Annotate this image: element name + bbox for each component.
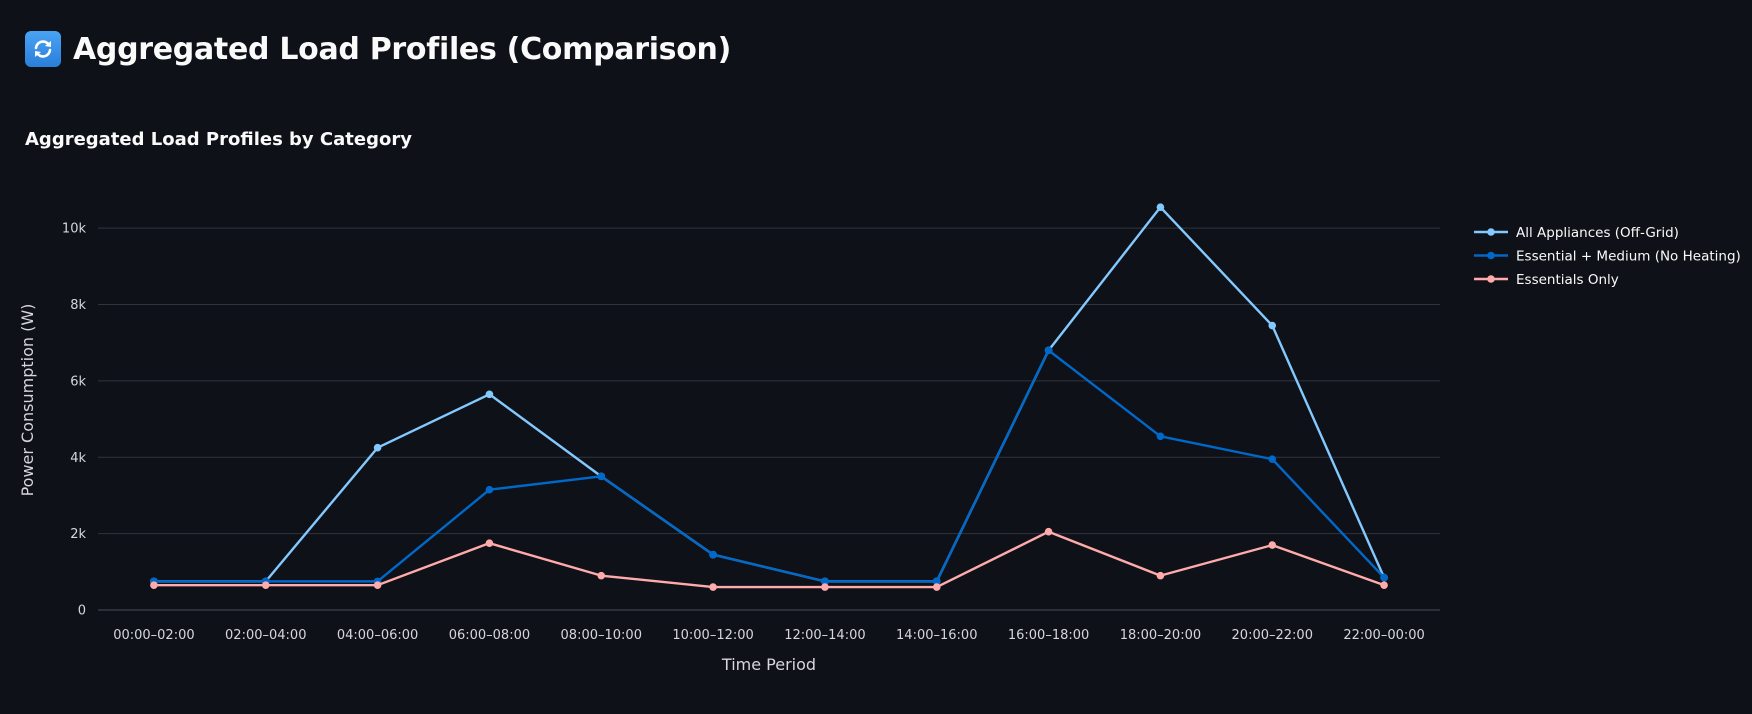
y-tick-label: 2k <box>70 527 86 542</box>
x-tick-label: 18:00–20:00 <box>1120 628 1201 643</box>
data-point[interactable] <box>1268 321 1277 330</box>
x-axis-title: Time Period <box>721 655 816 674</box>
x-tick-label: 06:00–08:00 <box>449 628 530 643</box>
series-1[interactable] <box>150 346 1388 586</box>
x-tick-label: 12:00–14:00 <box>784 628 865 643</box>
legend-label: All Appliances (Off-Grid) <box>1516 225 1679 241</box>
series-group[interactable] <box>150 203 1388 591</box>
y-tick-label: 4k <box>70 451 86 466</box>
page-header: Aggregated Load Profiles (Comparison) <box>25 26 731 72</box>
legend-marker <box>1487 251 1495 260</box>
legend-marker <box>1487 275 1495 283</box>
data-point[interactable] <box>1380 581 1388 589</box>
data-point[interactable] <box>597 472 606 481</box>
grid-lines <box>98 227 1440 611</box>
data-point[interactable] <box>709 583 717 591</box>
y-axis-ticks: 0 2k 4k 6k 8k 10k <box>62 222 87 619</box>
data-point[interactable] <box>1268 455 1277 463</box>
chart-title: Aggregated Load Profiles by Category <box>25 129 412 150</box>
series-line[interactable] <box>153 530 1385 589</box>
chart-container: Aggregated Load Profiles by Category 0 2k… <box>0 120 1752 710</box>
data-point[interactable] <box>1156 432 1165 441</box>
legend-marker <box>1487 228 1495 236</box>
legend-item[interactable]: Essentials Only <box>1474 272 1619 288</box>
data-point[interactable] <box>1044 346 1053 355</box>
legend-label: Essential + Medium (No Heating) <box>1516 249 1741 265</box>
data-point[interactable] <box>597 571 606 580</box>
x-tick-label: 02:00–04:00 <box>225 628 306 643</box>
x-tick-label: 22:00–00:00 <box>1343 628 1424 643</box>
legend-label: Essentials Only <box>1516 272 1619 288</box>
y-tick-label: 6k <box>70 374 86 389</box>
data-point[interactable] <box>709 550 717 559</box>
x-tick-label: 16:00–18:00 <box>1008 628 1089 643</box>
x-tick-label: 04:00–06:00 <box>337 628 418 643</box>
data-point[interactable] <box>821 583 829 591</box>
data-point[interactable] <box>373 443 382 452</box>
series-0[interactable] <box>150 203 1388 586</box>
page-title: Aggregated Load Profiles (Comparison) <box>73 31 732 67</box>
data-point[interactable] <box>261 581 270 589</box>
data-point[interactable] <box>1156 571 1165 580</box>
data-point[interactable] <box>485 485 494 494</box>
legend[interactable]: All Appliances (Off-Grid) Essential + Med… <box>1474 225 1741 288</box>
y-tick-label: 10k <box>62 222 87 237</box>
line-chart[interactable]: Aggregated Load Profiles by Category 0 2k… <box>0 120 1752 710</box>
data-point[interactable] <box>485 539 494 547</box>
data-point[interactable] <box>1156 203 1165 211</box>
x-tick-label: 20:00–22:00 <box>1232 628 1313 643</box>
data-point[interactable] <box>1268 541 1277 549</box>
y-tick-label: 0 <box>78 604 86 619</box>
data-point[interactable] <box>150 581 158 589</box>
data-point[interactable] <box>932 583 941 591</box>
x-axis-ticks: 00:00–02:00 02:00–04:00 04:00–06:00 06:00–0… <box>113 628 1425 643</box>
data-point[interactable] <box>1380 573 1388 582</box>
series-line[interactable] <box>153 349 1385 583</box>
x-tick-label: 00:00–02:00 <box>113 628 194 643</box>
legend-item[interactable]: All Appliances (Off-Grid) <box>1474 225 1679 241</box>
series-line[interactable] <box>153 205 1386 583</box>
arrows-counterclockwise-icon <box>25 31 61 67</box>
x-tick-label: 14:00–16:00 <box>896 628 977 643</box>
x-tick-label: 10:00–12:00 <box>672 628 753 643</box>
y-axis-title: Power Consumption (W) <box>18 304 37 497</box>
legend-item[interactable]: Essential + Medium (No Heating) <box>1474 249 1741 265</box>
data-point[interactable] <box>373 581 382 589</box>
x-tick-label: 08:00–10:00 <box>561 628 642 643</box>
data-point[interactable] <box>1044 527 1053 536</box>
data-point[interactable] <box>485 390 494 399</box>
y-tick-label: 8k <box>70 298 86 313</box>
